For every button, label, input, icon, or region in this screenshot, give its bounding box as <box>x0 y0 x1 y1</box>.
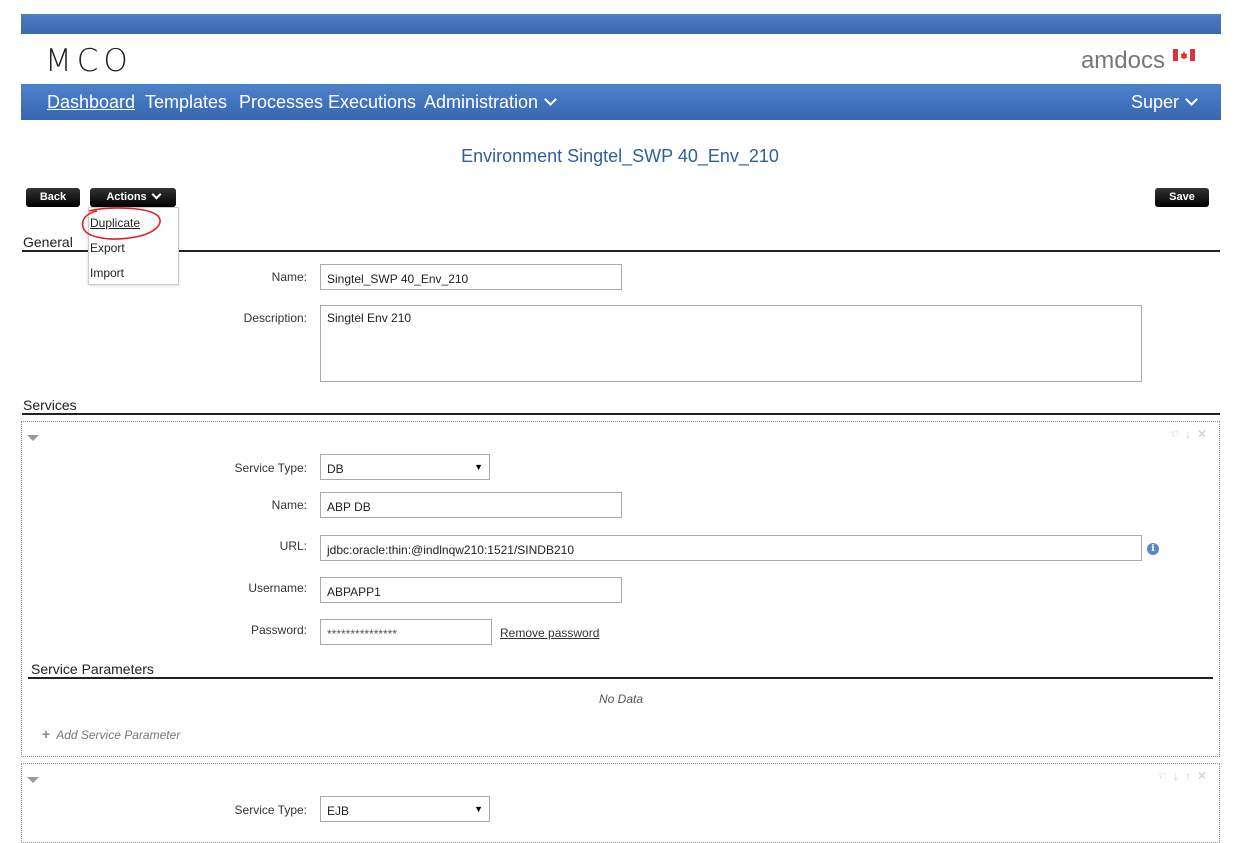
general-heading: General <box>23 234 73 250</box>
chevron-down-icon <box>1185 93 1198 106</box>
back-button[interactable]: Back <box>26 188 80 207</box>
actions-label: Actions <box>106 191 147 203</box>
move-up-icon[interactable]: ↑ <box>1185 769 1197 783</box>
nav-administration[interactable]: Administration <box>424 92 557 113</box>
description-label: Description: <box>243 311 307 325</box>
menu-item-import[interactable]: Import <box>90 266 124 280</box>
dropdown-arrow-icon: ▼ <box>474 804 483 814</box>
url-input[interactable]: jdbc:oracle:thin:@indlnqw210:1521/SINDB2… <box>320 535 1142 561</box>
top-strip <box>21 14 1221 34</box>
environment-name-input[interactable]: Singtel_SWP 40_Env_210 <box>320 264 622 290</box>
username-label: Username: <box>248 581 307 595</box>
main-nav: Dashboard Templates Processes Executions… <box>21 84 1221 120</box>
user-name: Super <box>1131 92 1180 112</box>
add-service-parameter-label: Add Service Parameter <box>56 728 181 742</box>
service-type-value: DB <box>327 462 344 476</box>
chevron-down-icon <box>544 93 557 106</box>
service-type-label: Service Type: <box>234 461 307 475</box>
panel-actions: ☜↓↑✕ <box>1156 769 1213 783</box>
services-divider <box>22 413 1220 415</box>
mco-logo: MCO <box>45 43 133 79</box>
brand-bar: MCO amdocs <box>21 34 1221 84</box>
username-input[interactable]: ABPAPP1 <box>320 577 622 603</box>
description-textarea[interactable]: Singtel Env 210 <box>320 305 1142 382</box>
plus-icon: + <box>42 726 51 742</box>
collapse-toggle-icon[interactable] <box>27 777 39 783</box>
red-annotation-circle <box>81 207 161 240</box>
add-service-parameter-button[interactable]: + Add Service Parameter <box>42 726 180 742</box>
nav-administration-label: Administration <box>424 92 539 112</box>
user-menu[interactable]: Super <box>1131 92 1198 113</box>
move-down-icon[interactable]: ↓ <box>1173 769 1185 783</box>
service-type-select[interactable]: DB ▼ <box>320 454 490 480</box>
delete-icon[interactable]: ✕ <box>1197 769 1213 783</box>
panel-actions: ☜↓✕ <box>1168 427 1213 441</box>
service-name-input[interactable]: ABP DB <box>320 492 622 518</box>
canada-flag-icon <box>1173 49 1195 61</box>
service-parameters-divider <box>28 677 1213 679</box>
remove-password-link[interactable]: Remove password <box>500 626 599 640</box>
service-name-label: Name: <box>271 498 307 512</box>
save-button[interactable]: Save <box>1155 188 1209 207</box>
service-parameters-heading: Service Parameters <box>31 661 154 677</box>
general-divider <box>22 250 1220 252</box>
hand-icon[interactable]: ☜ <box>1156 769 1173 783</box>
actions-button[interactable]: Actions <box>90 188 176 207</box>
service-type-value: EJB <box>327 804 350 818</box>
nav-templates[interactable]: Templates <box>145 92 227 113</box>
service-type-label: Service Type: <box>234 803 307 817</box>
nav-dashboard[interactable]: Dashboard <box>47 92 135 113</box>
password-input[interactable]: *************** <box>320 619 492 645</box>
collapse-toggle-icon[interactable] <box>27 435 39 441</box>
move-down-icon[interactable]: ↓ <box>1185 427 1197 441</box>
chevron-down-icon <box>151 189 162 200</box>
info-icon[interactable]: i <box>1147 543 1159 555</box>
amdocs-logo: amdocs <box>1080 47 1165 74</box>
services-heading: Services <box>23 397 77 413</box>
service-type-select[interactable]: EJB ▼ <box>320 796 490 822</box>
url-label: URL: <box>279 539 307 553</box>
no-data-text: No Data <box>598 692 644 706</box>
password-label: Password: <box>250 623 307 637</box>
dropdown-arrow-icon: ▼ <box>474 462 483 472</box>
page-title: Environment Singtel_SWP 40_Env_210 <box>461 146 779 166</box>
nav-executions[interactable]: Executions <box>328 92 416 113</box>
delete-icon[interactable]: ✕ <box>1197 427 1213 441</box>
name-label: Name: <box>271 270 307 284</box>
hand-icon[interactable]: ☜ <box>1168 427 1185 441</box>
menu-item-export[interactable]: Export <box>90 241 125 255</box>
nav-processes[interactable]: Processes <box>239 92 323 113</box>
